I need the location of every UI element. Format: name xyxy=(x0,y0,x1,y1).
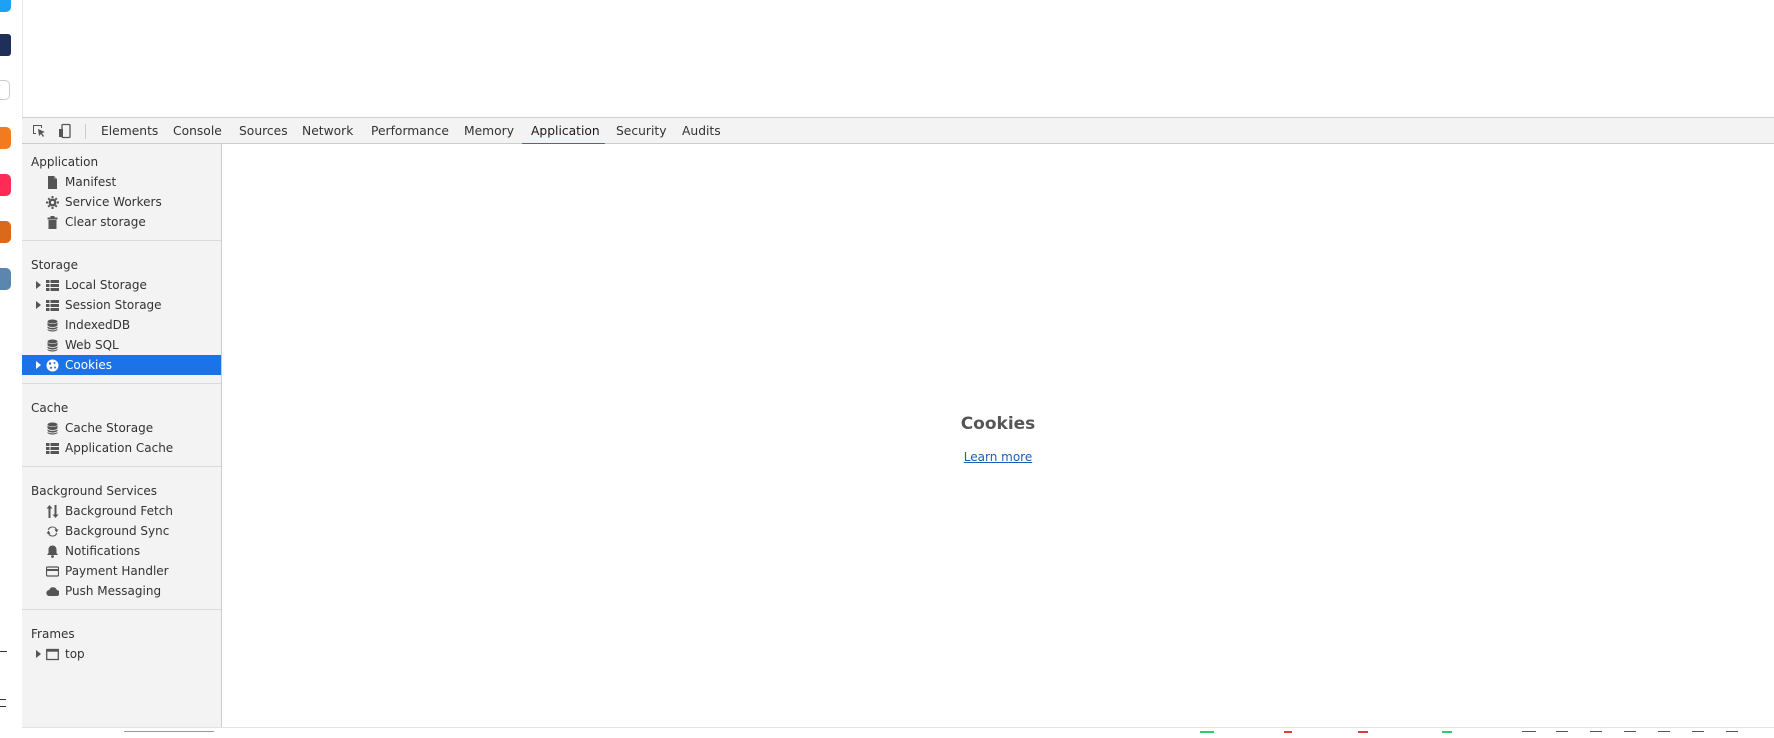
status-text-fragment xyxy=(124,731,214,737)
tab-sources[interactable]: Sources xyxy=(230,118,297,144)
sidebar-item-manifest[interactable]: Manifest xyxy=(22,172,221,192)
app-icon-news[interactable] xyxy=(0,34,11,56)
status-icon-6[interactable] xyxy=(1692,731,1704,737)
cookies-panel: Cookies Learn more xyxy=(222,144,1774,727)
tab-audits[interactable]: Audits xyxy=(673,118,730,144)
expand-arrow-icon[interactable] xyxy=(36,361,41,369)
tab-security[interactable]: Security xyxy=(607,118,676,144)
inspect-element-icon[interactable] xyxy=(31,123,47,139)
app-sidebar-strip xyxy=(0,0,23,735)
bell-icon xyxy=(47,545,58,558)
sidebar-item-session-storage[interactable]: Session Storage xyxy=(22,295,221,315)
section-title-application: Application xyxy=(31,155,99,169)
database-icon xyxy=(47,319,58,332)
sidebar-item-label: Clear storage xyxy=(65,215,146,229)
tab-memory[interactable]: Memory xyxy=(455,118,523,144)
grid-icon xyxy=(46,280,59,291)
tab-elements[interactable]: Elements xyxy=(92,118,167,144)
tab-performance[interactable]: Performance xyxy=(362,118,458,144)
section-title-frames: Frames xyxy=(31,627,75,641)
cloud-icon xyxy=(46,587,59,597)
sidebar-item-application-cache[interactable]: Application Cache xyxy=(22,438,221,458)
app-icon-game3[interactable] xyxy=(0,268,11,290)
sidebar-item-label: IndexedDB xyxy=(65,318,131,332)
sidebar-item-service-workers[interactable]: Service Workers xyxy=(22,192,221,212)
learn-more-container: Learn more xyxy=(222,450,1774,464)
grid-icon xyxy=(46,443,59,454)
up-down-arrows-icon xyxy=(46,505,59,518)
sidebar-item-label: Notifications xyxy=(65,544,141,558)
strip-mark xyxy=(0,651,7,652)
database-icon xyxy=(47,422,58,435)
sidebar-item-web-sql[interactable]: Web SQL xyxy=(22,335,221,355)
sidebar-item-cookies[interactable]: Cookies xyxy=(22,355,221,375)
section-title-storage: Storage xyxy=(31,258,78,272)
sidebar-item-label: Manifest xyxy=(65,175,117,189)
section-title-background-services: Background Services xyxy=(31,484,158,498)
sidebar-item-label: Cache Storage xyxy=(65,421,154,435)
status-icon-home[interactable] xyxy=(1522,731,1536,737)
expand-arrow-icon[interactable] xyxy=(36,281,41,289)
sidebar-item-label: Session Storage xyxy=(65,298,162,312)
app-icon-game2[interactable] xyxy=(0,221,11,243)
device-toolbar-icon[interactable] xyxy=(57,123,73,139)
learn-more-link[interactable]: Learn more xyxy=(964,450,1032,464)
menu-icon[interactable] xyxy=(0,699,6,707)
sidebar-item-push-messaging[interactable]: Push Messaging xyxy=(22,581,221,601)
sidebar-item-indexeddb[interactable]: IndexedDB xyxy=(22,315,221,335)
tab-console[interactable]: Console xyxy=(164,118,231,144)
section-divider xyxy=(22,240,221,241)
sidebar-item-label: Background Sync xyxy=(65,524,170,538)
gear-icon xyxy=(46,196,59,209)
sidebar-item-background-fetch[interactable]: Background Fetch xyxy=(22,501,221,521)
status-icon-window[interactable] xyxy=(1556,731,1568,737)
toolbar-separator xyxy=(85,124,86,139)
grid-icon xyxy=(46,300,59,311)
section-title-cache: Cache xyxy=(31,401,69,415)
sidebar-item-label: Web SQL xyxy=(65,338,119,352)
tab-application[interactable]: Application xyxy=(522,118,605,145)
sidebar-item-label: top xyxy=(65,647,85,661)
trash-icon xyxy=(47,216,58,229)
sidebar-item-label: Cookies xyxy=(65,358,112,372)
credit-card-icon xyxy=(46,566,59,577)
sidebar-item-payment-handler[interactable]: Payment Handler xyxy=(22,561,221,581)
database-icon xyxy=(47,339,58,352)
panel-title: Cookies xyxy=(960,414,1036,434)
status-icon-3[interactable] xyxy=(1590,731,1602,737)
section-divider xyxy=(22,466,221,467)
devtools-toolbar: Elements Console Sources Network Perform… xyxy=(22,117,1774,145)
status-icon-5[interactable] xyxy=(1658,731,1670,737)
sidebar-item-top-frame[interactable]: top xyxy=(22,644,221,664)
document-icon xyxy=(48,176,57,189)
status-icon-4[interactable] xyxy=(1624,731,1636,737)
application-sidebar: Application Manifest Service Workers Cle… xyxy=(22,144,222,727)
sidebar-item-label: Push Messaging xyxy=(65,584,162,598)
expand-arrow-icon[interactable] xyxy=(36,650,41,658)
sidebar-item-local-storage[interactable]: Local Storage xyxy=(22,275,221,295)
sidebar-item-label: Service Workers xyxy=(65,195,162,209)
app-icon-twitter[interactable] xyxy=(0,0,11,12)
sidebar-item-label: Payment Handler xyxy=(65,564,169,578)
sidebar-item-label: Background Fetch xyxy=(65,504,173,518)
sidebar-item-clear-storage[interactable]: Clear storage xyxy=(22,212,221,232)
sidebar-item-cache-storage[interactable]: Cache Storage xyxy=(22,418,221,438)
app-icon-doc[interactable] xyxy=(0,80,10,100)
app-icon-shop[interactable] xyxy=(0,174,11,196)
sidebar-item-label: Application Cache xyxy=(65,441,174,455)
section-divider xyxy=(22,383,221,384)
expand-arrow-icon[interactable] xyxy=(36,301,41,309)
sidebar-item-label: Local Storage xyxy=(65,278,147,292)
sync-icon xyxy=(46,526,59,537)
status-icon-7[interactable] xyxy=(1726,731,1738,737)
section-divider xyxy=(22,609,221,610)
tab-network[interactable]: Network xyxy=(293,118,362,144)
cookie-icon xyxy=(46,359,59,372)
sidebar-item-notifications[interactable]: Notifications xyxy=(22,541,221,561)
frame-icon xyxy=(46,648,59,661)
app-icon-game1[interactable] xyxy=(0,127,11,149)
sidebar-item-background-sync[interactable]: Background Sync xyxy=(22,521,221,541)
